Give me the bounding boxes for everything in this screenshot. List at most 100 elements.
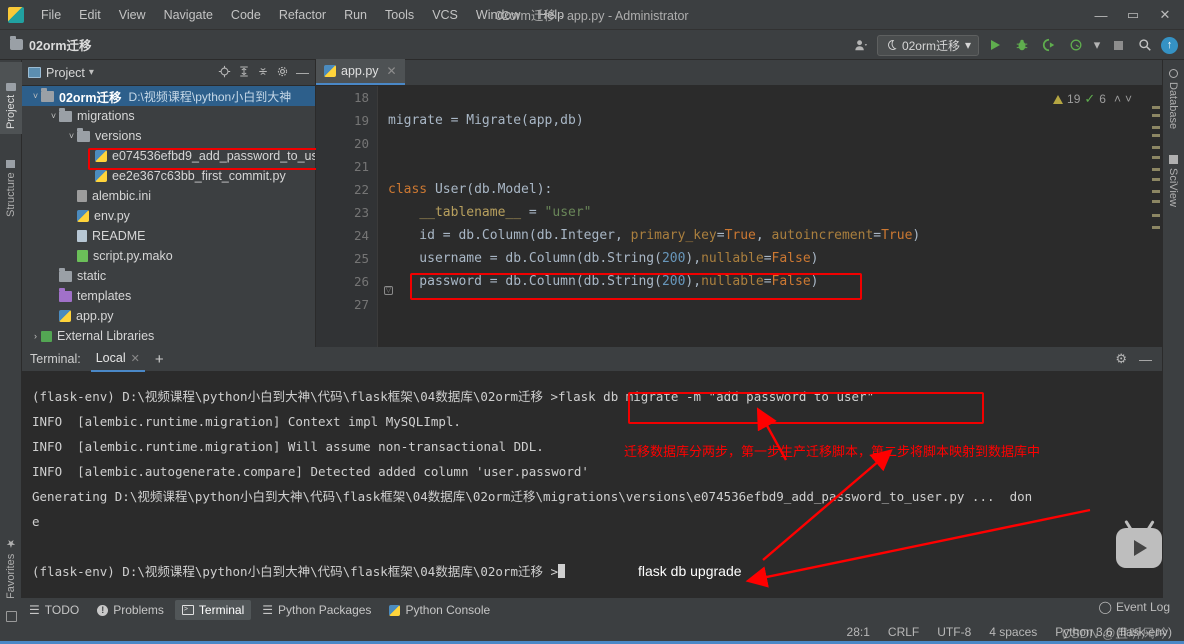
tree-item-project-root[interactable]: ˅ 02orm迁移 D:\视频课程\python小白到大神 — [22, 86, 315, 106]
tree-item-static[interactable]: static — [22, 266, 315, 286]
close-icon[interactable]: ✕ — [387, 64, 397, 78]
gear-icon[interactable]: ⚙ — [1115, 351, 1127, 367]
terminal-tab-local[interactable]: Local ✕ — [90, 347, 145, 372]
code-content[interactable]: migrate = Migrate(app,db) class User(db.… — [378, 86, 1162, 347]
close-icon[interactable]: ✕ — [131, 352, 140, 365]
window-controls: — ▭ ✕ — [1086, 0, 1180, 30]
tree-item-alembic-ini[interactable]: alembic.ini — [22, 186, 315, 206]
tree-item-migrations[interactable]: ˅ migrations — [22, 106, 315, 126]
tree-item-templates[interactable]: templates — [22, 286, 315, 306]
collapse-all-icon[interactable] — [257, 65, 269, 81]
locate-icon[interactable] — [218, 65, 231, 81]
csdn-watermark: CSDN @且听风吟 — [1061, 626, 1169, 641]
status-button-python-packages[interactable]: ☰ Python Packages — [255, 600, 378, 620]
terminal-prompt: (flask-env) D:\视频课程\python小白到大神\代码\flask… — [32, 564, 559, 579]
user-icon[interactable] — [850, 34, 872, 56]
folder-icon — [41, 87, 54, 102]
tree-item-versions[interactable]: ˅ versions — [22, 126, 315, 146]
menu-vcs[interactable]: VCS — [423, 4, 467, 26]
status-button-terminal[interactable]: > Terminal — [174, 600, 252, 620]
run-button[interactable] — [984, 34, 1006, 56]
indent-setting[interactable]: 4 spaces — [989, 625, 1037, 639]
chevron-down-icon[interactable]: ˅ — [30, 91, 41, 101]
layout-toggle-icon[interactable] — [6, 611, 17, 622]
ini-file-icon — [77, 190, 87, 202]
status-button-problems[interactable]: ! Problems — [90, 600, 171, 620]
tree-item-first-commit-migration[interactable]: ee2e367c63bb_first_commit.py — [22, 166, 315, 186]
editor-marker-strip[interactable] — [1150, 86, 1162, 347]
tree-item-script-py-mako[interactable]: script.py.mako — [22, 246, 315, 266]
status-button-python-console[interactable]: Python Console — [382, 600, 497, 620]
tree-item-external-libraries[interactable]: › External Libraries — [22, 326, 315, 346]
stop-button[interactable] — [1107, 34, 1129, 56]
caret-position[interactable]: 28:1 — [847, 625, 870, 639]
gear-icon[interactable] — [276, 65, 289, 81]
line-separator[interactable]: CRLF — [888, 625, 919, 639]
sidebar-tab-database[interactable]: Database — [1162, 64, 1184, 136]
tree-label: versions — [95, 129, 142, 143]
python-file-icon — [77, 210, 89, 222]
terminal-output[interactable]: (flask-env) D:\视频课程\python小白到大神\代码\flask… — [22, 372, 1162, 598]
hide-panel-icon[interactable]: — — [1139, 352, 1152, 367]
warning-icon: ! — [97, 604, 109, 616]
debug-button[interactable] — [1011, 34, 1033, 56]
minimize-icon[interactable]: — — [1086, 2, 1116, 28]
maximize-icon[interactable]: ▭ — [1118, 2, 1148, 28]
run-configuration-selector[interactable]: 02orm迁移 ▾ — [876, 34, 979, 56]
chevron-down-icon[interactable]: ▾ — [89, 67, 94, 78]
chevron-down-icon[interactable]: ˅ — [66, 131, 77, 141]
expand-all-icon[interactable] — [238, 65, 250, 81]
sidebar-tab-structure[interactable]: Structure — [0, 140, 22, 222]
terminal-line-7: (flask-env) D:\视频课程\python小白到大神\代码\flask… — [32, 559, 1162, 584]
code-editor[interactable]: 18 19 20 21 22 23 24 25 26 27 ▽ migrate … — [316, 86, 1162, 347]
chevron-down-icon[interactable]: ˅ — [1125, 92, 1132, 106]
tree-item-env-py[interactable]: env.py — [22, 206, 315, 226]
star-icon: ★ — [5, 536, 18, 550]
status-button-todo[interactable]: ☰ TODO — [22, 600, 86, 620]
chevron-right-icon[interactable]: › — [30, 331, 41, 341]
file-encoding[interactable]: UTF-8 — [937, 625, 971, 639]
chevron-down-icon[interactable]: ˅ — [48, 111, 59, 121]
breadcrumb-project[interactable]: 02orm迁移 — [29, 35, 92, 54]
run-with-coverage-button[interactable] — [1038, 34, 1060, 56]
menu-file[interactable]: File — [32, 4, 70, 26]
menu-run[interactable]: Run — [335, 4, 376, 26]
menu-edit[interactable]: Edit — [70, 4, 110, 26]
line-number: 20 — [353, 136, 369, 151]
search-everywhere-icon[interactable] — [1134, 34, 1156, 56]
menu-navigate[interactable]: Navigate — [155, 4, 222, 26]
tree-item-add-password-migration[interactable]: e074536efbd9_add_password_to_user.py — [22, 146, 315, 166]
line-number: 18 — [353, 90, 369, 105]
sidebar-tab-sciview[interactable]: SciView — [1162, 150, 1184, 218]
python-icon — [389, 604, 401, 616]
tree-item-readme[interactable]: README — [22, 226, 315, 246]
status-bar: ☰ TODO ! Problems > Terminal ☰ Python Pa… — [0, 598, 1184, 644]
inspection-widget[interactable]: 19 ✓ 6 ˄ ˅ — [1053, 91, 1132, 107]
chevron-up-icon[interactable]: ˄ — [1114, 92, 1121, 106]
folder-icon — [10, 36, 23, 50]
tree-item-app-py[interactable]: app.py — [22, 306, 315, 326]
close-icon[interactable]: ✕ — [1150, 2, 1180, 28]
folder-icon — [6, 82, 16, 91]
structure-icon — [6, 160, 16, 169]
left-tool-window-bar: Project Structure Favorites ★ — [0, 60, 22, 644]
chevron-down-icon[interactable]: ▾ — [1092, 34, 1102, 56]
sciview-icon — [1168, 155, 1178, 164]
menu-window[interactable]: Window — [467, 4, 529, 26]
profile-button[interactable] — [1065, 34, 1087, 56]
sidebar-tab-favorites[interactable]: Favorites ★ — [0, 520, 22, 604]
menu-code[interactable]: Code — [222, 4, 270, 26]
event-log-button[interactable]: ◯ Event Log — [1099, 600, 1170, 614]
menu-tools[interactable]: Tools — [376, 4, 423, 26]
sidebar-tab-project[interactable]: Project — [0, 62, 22, 134]
menu-refactor[interactable]: Refactor — [270, 4, 335, 26]
project-file-tree[interactable]: ˅ 02orm迁移 D:\视频课程\python小白到大神 ˅ migratio… — [22, 86, 315, 347]
menu-view[interactable]: View — [110, 4, 155, 26]
hide-panel-icon[interactable]: — — [296, 65, 309, 80]
update-icon[interactable]: ↑ — [1161, 36, 1178, 54]
new-terminal-tab-button[interactable]: + — [155, 351, 164, 368]
menu-help[interactable]: Help — [529, 4, 573, 26]
tab-app-py[interactable]: app.py ✕ — [316, 59, 405, 85]
tree-label: 02orm迁移 — [59, 90, 122, 105]
code-line-25: username = db.Column(db.String(200),null… — [388, 251, 819, 266]
